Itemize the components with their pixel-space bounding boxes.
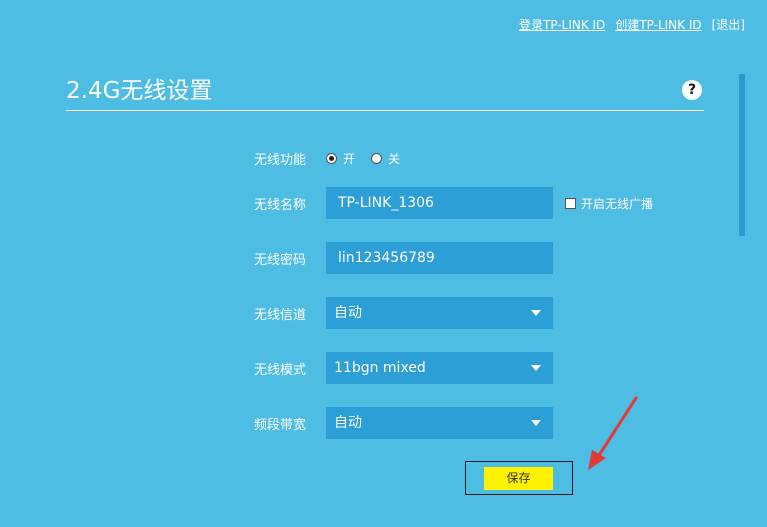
- broadcast-checkbox-wrap[interactable]: 开启无线广播: [565, 195, 653, 212]
- bandwidth-row: 频段带宽 自动: [254, 407, 553, 439]
- create-tplink-id-link[interactable]: 创建TP-LINK ID: [615, 16, 701, 33]
- mode-label: 无线模式: [254, 362, 307, 378]
- bandwidth-value: 自动: [334, 415, 362, 431]
- ssid-row: 无线名称 TP-LINK_1306 开启无线广播: [254, 187, 653, 219]
- radio-off[interactable]: 关: [371, 150, 400, 167]
- broadcast-label: 开启无线广播: [581, 196, 654, 211]
- ssid-input[interactable]: TP-LINK_1306: [326, 187, 553, 219]
- radio-on[interactable]: 开: [326, 150, 355, 167]
- red-arrow-icon: [588, 396, 638, 470]
- mode-row: 无线模式 11bgn mixed: [254, 352, 553, 384]
- login-tplink-id-link[interactable]: 登录TP-LINK ID: [519, 16, 605, 33]
- bandwidth-label: 频段带宽: [254, 417, 307, 433]
- channel-select[interactable]: 自动: [326, 297, 553, 329]
- chevron-down-icon: [531, 420, 541, 426]
- chevron-down-icon: [531, 310, 541, 316]
- password-input[interactable]: lin123456789: [326, 242, 553, 274]
- mode-select[interactable]: 11bgn mixed: [326, 352, 553, 384]
- ssid-label: 无线名称: [254, 197, 307, 213]
- save-button[interactable]: 保存: [484, 467, 553, 490]
- wireless-function-row: 无线功能 开 关: [254, 147, 416, 169]
- channel-value: 自动: [334, 305, 362, 321]
- radio-off-label: 关: [388, 151, 401, 166]
- password-label: 无线密码: [254, 252, 307, 268]
- channel-row: 无线信道 自动: [254, 297, 553, 329]
- scrollbar[interactable]: [739, 74, 745, 236]
- radio-on-icon[interactable]: [326, 152, 337, 164]
- channel-label: 无线信道: [254, 307, 307, 323]
- broadcast-checkbox[interactable]: [565, 197, 576, 209]
- chevron-down-icon: [531, 365, 541, 371]
- bandwidth-select[interactable]: 自动: [326, 407, 553, 439]
- page-title: 2.4G无线设置: [66, 72, 704, 111]
- wireless-settings-panel: 2.4G无线设置 ?: [66, 72, 704, 111]
- help-icon[interactable]: ?: [682, 80, 702, 100]
- logout-link[interactable]: [退出]: [712, 16, 745, 33]
- radio-off-icon[interactable]: [371, 152, 383, 164]
- password-row: 无线密码 lin123456789: [254, 242, 553, 274]
- radio-on-label: 开: [343, 151, 356, 166]
- wireless-function-label: 无线功能: [254, 152, 307, 168]
- mode-value: 11bgn mixed: [334, 360, 426, 376]
- top-links: 登录TP-LINK ID 创建TP-LINK ID [退出]: [519, 16, 745, 33]
